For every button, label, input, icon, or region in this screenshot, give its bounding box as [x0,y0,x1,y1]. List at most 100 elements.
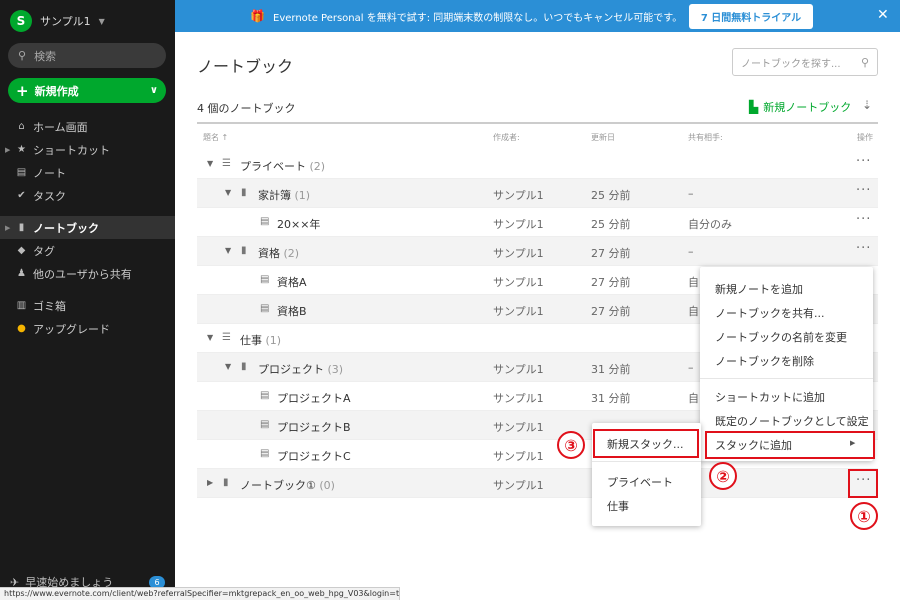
banner-text: Evernote Personal を無料で試す: 同期端末数の制限なし。いつで… [273,13,683,24]
sidebar-item-upgrade[interactable]: ● アップグレード [0,317,175,340]
row-updated: 27 分前 [591,305,631,318]
sidebar-item-shortcuts[interactable]: ▶ ★ ショートカット [0,138,175,161]
caret-right-icon[interactable]: ▶ [5,224,10,232]
row-updated: 27 分前 [591,276,631,289]
row-creator: サンプル1 [493,392,544,405]
chevron-down-icon: ▼ [98,16,105,26]
menu-item-stack-work[interactable]: 仕事 [607,498,629,514]
search-placeholder: 検索 [34,49,57,63]
row-shared: 自 [688,276,699,289]
notebook-icon: ▮ [241,361,247,372]
notebook-count: 4 個のノートブック [197,102,296,115]
sidebar-item-label: ホーム画面 [33,120,88,134]
table-row[interactable]: ▼ ▮ 資格 (2) サンプル1 27 分前 – ··· [197,237,878,266]
caret-down-icon[interactable]: ▼ [225,188,231,197]
note-icon: ▤ [260,419,270,430]
new-button-label: 新規作成 [34,84,79,98]
caret-down-icon[interactable]: ▼ [207,159,213,168]
menu-item-stack-private[interactable]: プライベート [607,474,673,490]
row-name[interactable]: 資格A [277,274,307,290]
trial-button[interactable]: 7 日間無料トライアル [689,4,813,29]
row-name[interactable]: プロジェクト (3) [258,361,343,377]
row-name[interactable]: プライベート (2) [240,158,325,174]
caret-right-icon[interactable]: ▶ [5,146,10,154]
row-creator: サンプル1 [493,218,544,231]
row-name[interactable]: 20××年 [277,216,320,232]
col-name[interactable]: 題名 ↑ [203,132,228,143]
notebook-icon: ▮ [241,245,247,256]
col-shared[interactable]: 共有相手: [688,132,723,143]
table-row[interactable]: ▤ 20××年 サンプル1 25 分前 自分のみ ··· [197,208,878,237]
notebook-icon: ▮ [241,187,247,198]
highlight-new-stack [593,429,699,458]
more-actions-icon[interactable]: ··· [856,212,871,227]
menu-item-share[interactable]: ノートブックを共有... [715,305,825,321]
sidebar-item-notebooks[interactable]: ▶ ▮ ノートブック [0,216,175,239]
note-icon: ▤ [260,390,270,401]
more-actions-icon[interactable]: ··· [856,154,871,169]
menu-item-delete[interactable]: ノートブックを削除 [715,353,814,369]
star-icon: ★ [17,144,26,155]
new-notebook-icon: ▙ [749,100,759,114]
table-row[interactable]: ▼ ▮ 家計簿 (1) サンプル1 25 分前 – ··· [197,179,878,208]
caret-right-icon[interactable]: ▶ [207,478,213,487]
chevron-down-icon[interactable]: ∨ [150,85,158,96]
row-name[interactable]: プロジェクトC [277,448,351,464]
sidebar-item-label: ノートブック [33,221,99,235]
row-shared: – [688,245,694,258]
row-name[interactable]: プロジェクトB [277,419,351,435]
sidebar-search[interactable]: ⚲ 検索 [8,43,166,68]
row-name[interactable]: 資格 (2) [258,245,299,261]
caret-down-icon[interactable]: ▼ [207,333,213,342]
more-actions-icon[interactable]: ··· [856,241,871,256]
evernote-logo-icon: S [10,10,32,32]
row-shared: 自分のみ [688,218,732,231]
sidebar: S サンプル1 ▼ ⚲ 検索 + 新規作成 ∨ ⌂ ホーム画面 ▶ ★ ショート… [0,0,175,600]
tag-icon: ◆ [17,245,26,256]
caret-down-icon[interactable]: ▼ [225,362,231,371]
more-actions-icon[interactable]: ··· [856,183,871,198]
table-row[interactable]: ▶ ▮ ノートブック① (0) サンプル1 ··· [197,469,878,498]
row-creator: サンプル1 [493,276,544,289]
row-updated: 31 分前 [591,392,631,405]
sidebar-item-tags[interactable]: ◆ タグ [0,239,175,262]
account-name: サンプル1 [40,15,91,28]
caret-down-icon[interactable]: ▼ [225,246,231,255]
close-icon[interactable]: ✕ [877,7,889,23]
sidebar-item-shared[interactable]: ♟ 他のユーザから共有 [0,262,175,285]
sidebar-item-trash[interactable]: ▥ ゴミ箱 [0,294,175,317]
sidebar-item-notes[interactable]: ▤ ノート [0,161,175,184]
search-placeholder: ノートブックを探す... [741,58,841,70]
sidebar-item-tasks[interactable]: ✔ タスク [0,184,175,207]
row-shared: 自 [688,305,699,318]
step-marker-1: ① [850,502,878,530]
highlight-add-to-stack [705,431,875,459]
sidebar-item-label: ショートカット [33,143,110,157]
row-shared: – [688,187,694,200]
col-creator[interactable]: 作成者: [493,132,520,143]
row-updated: 25 分前 [591,218,631,231]
new-button[interactable]: + 新規作成 ∨ [8,78,166,103]
sort-icon[interactable]: ⇣ [862,98,872,112]
row-name[interactable]: 仕事 (1) [240,332,281,348]
col-updated[interactable]: 更新日 [591,132,615,143]
row-name[interactable]: 資格B [277,303,307,319]
menu-item-shortcut[interactable]: ショートカットに追加 [715,389,825,405]
row-name[interactable]: 家計簿 (1) [258,187,310,203]
account-switcher[interactable]: S サンプル1 ▼ [10,10,105,32]
row-creator: サンプル1 [493,247,544,260]
sidebar-item-home[interactable]: ⌂ ホーム画面 [0,115,175,138]
menu-item-default[interactable]: 既定のノートブックとして設定 [715,413,869,429]
notebook-search-input[interactable]: ノートブックを探す... ⚲ [732,48,878,76]
search-icon: ⚲ [860,55,869,69]
row-name[interactable]: プロジェクトA [277,390,351,406]
check-circle-icon: ✔ [17,190,26,201]
row-creator: サンプル1 [493,479,544,492]
row-name[interactable]: ノートブック① (0) [240,477,335,493]
table-row[interactable]: ▼ ☰ プライベート (2) ··· [197,150,878,179]
menu-item-add-note[interactable]: 新規ノートを追加 [715,281,803,297]
people-icon: ♟ [17,268,26,279]
menu-item-rename[interactable]: ノートブックの名前を変更 [715,329,847,345]
new-notebook-button[interactable]: ▙ 新規ノートブック [749,99,851,115]
sidebar-item-label: 他のユーザから共有 [33,267,132,281]
